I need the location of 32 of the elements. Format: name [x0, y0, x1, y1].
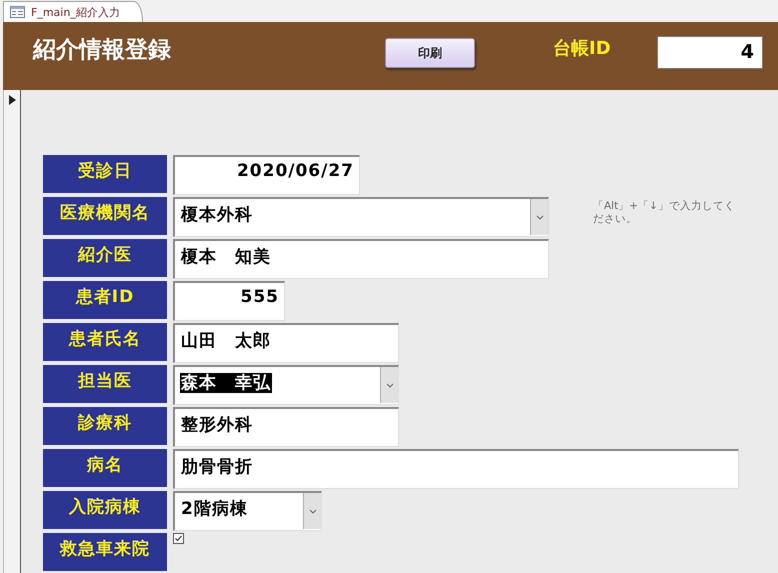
form-tab[interactable]: F_main_紹介入力 — [3, 1, 143, 22]
input-field[interactable]: 2020/06/27 — [173, 155, 360, 195]
input-field[interactable]: 整形外科 — [173, 407, 399, 447]
field-label: 入院病棟 — [43, 491, 167, 529]
ledger-id-field[interactable]: 4 — [657, 36, 763, 69]
input-field[interactable]: 山田 太郎 — [173, 323, 399, 363]
dropdown-field[interactable]: 2階病棟 — [173, 491, 322, 531]
hint-text: 「Alt」+「↓」で入力してください。 — [593, 200, 736, 226]
field-label: 医療機関名 — [43, 197, 167, 235]
print-button[interactable]: 印刷 — [385, 38, 475, 68]
form-icon — [10, 6, 25, 18]
dropdown-icon[interactable] — [536, 214, 544, 220]
checkbox[interactable] — [173, 533, 184, 544]
field-label: 受診日 — [43, 155, 167, 193]
input-field[interactable]: 肋骨骨折 — [173, 449, 739, 489]
field-label: 紹介医 — [43, 239, 167, 277]
dropdown-field[interactable]: 森本 幸弘 — [173, 365, 399, 405]
ledger-id-label: 台帳ID — [553, 37, 612, 60]
field-label: 担当医 — [43, 365, 167, 403]
current-record-icon — [8, 95, 16, 105]
input-field[interactable]: 555 — [173, 281, 285, 321]
dropdown-field[interactable]: 榎本外科 — [173, 197, 549, 237]
dropdown-icon[interactable] — [308, 508, 316, 514]
dropdown-icon[interactable] — [386, 382, 394, 388]
field-label: 救急車来院 — [43, 533, 167, 571]
form-title: 紹介情報登録 — [33, 36, 172, 65]
field-label: 診療科 — [43, 407, 167, 445]
field-label: 病名 — [43, 449, 167, 487]
record-selector[interactable] — [3, 90, 21, 573]
field-label: 患者氏名 — [43, 323, 167, 361]
field-label: 患者ID — [43, 281, 167, 319]
input-field[interactable]: 榎本 知美 — [173, 239, 549, 279]
